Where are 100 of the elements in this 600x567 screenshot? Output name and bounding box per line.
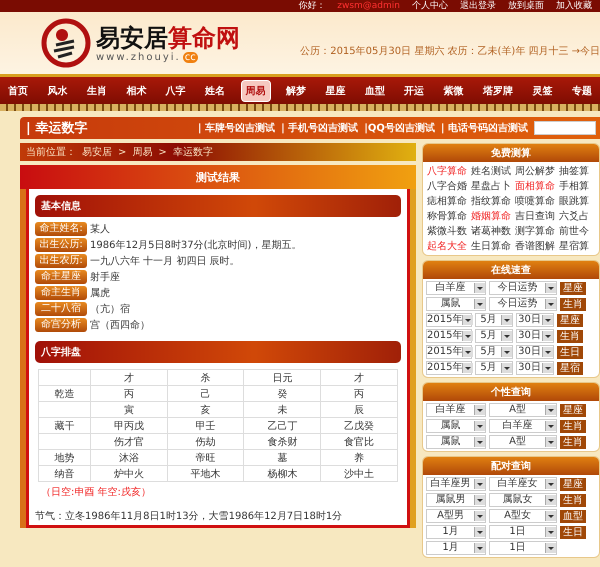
dropdown[interactable]: 属鼠 [426, 419, 486, 433]
fortune-link[interactable]: 眼跳算 [559, 194, 590, 208]
dropdown[interactable]: 白羊座 [489, 419, 557, 433]
fortune-link[interactable]: 姓名测试 [471, 164, 512, 178]
top-link[interactable]: 个人中心 [412, 0, 448, 12]
table-cell: 藏干 [38, 418, 90, 434]
nav-tab[interactable]: 八字 [162, 80, 190, 100]
dropdown[interactable]: A型 [489, 435, 557, 449]
nav-tab[interactable]: 紫微 [440, 80, 468, 100]
test-link[interactable]: | 电话号码凶吉测试 [440, 121, 528, 135]
fortune-link[interactable]: 指纹算命 [471, 194, 512, 208]
nav-tab[interactable]: 解梦 [282, 80, 310, 100]
breadcrumb-link[interactable]: 周易 [132, 145, 152, 159]
fortune-link[interactable]: 八字合婚 [427, 179, 468, 193]
query-button[interactable]: 血型 [560, 510, 586, 522]
fortune-link[interactable]: 起名大全 [427, 239, 468, 253]
nav-tab[interactable]: 星座 [321, 80, 350, 100]
section-title: 八字排盘 [41, 345, 81, 359]
fortune-link[interactable]: 手相算 [559, 179, 590, 193]
fortune-link[interactable]: 星盘占卜 [471, 179, 512, 193]
fortune-link[interactable]: 八字算命 [427, 164, 468, 178]
test-link[interactable]: | 手机号凶吉测试 [281, 121, 358, 135]
nav-tab[interactable]: 风水 [43, 80, 72, 100]
fortune-link[interactable]: 诸葛神数 [471, 224, 512, 238]
test-link[interactable]: | 车牌号凶吉测试 [198, 121, 276, 135]
fortune-link[interactable]: 六爻占 [559, 209, 590, 223]
dropdown[interactable]: 属鼠 [426, 435, 486, 449]
query-button[interactable]: 生肖 [560, 420, 586, 432]
fortune-link[interactable]: 生日算命 [471, 239, 512, 253]
dropdown[interactable]: A型 [489, 403, 557, 417]
nav-tab[interactable]: 开运 [400, 80, 428, 100]
fortune-link[interactable]: 痣相算命 [427, 194, 468, 208]
dropdown[interactable]: 2015年 [426, 361, 472, 375]
fortune-link[interactable]: 周公解梦 [515, 164, 556, 178]
nav-tab[interactable]: 周易 [240, 80, 271, 102]
dropdown[interactable]: 2015年 [426, 313, 472, 327]
dropdown[interactable]: 属鼠女 [489, 493, 557, 507]
dropdown[interactable]: 白羊座女 [489, 477, 557, 491]
query-button[interactable]: 生日 [560, 526, 586, 538]
nav-tab[interactable]: 相术 [122, 80, 150, 100]
query-button[interactable]: 生日 [557, 346, 583, 358]
fortune-link[interactable]: 吉日查询 [515, 209, 556, 223]
dropdown[interactable]: 1日 [489, 541, 557, 555]
dropdown[interactable]: 今日运势 [489, 297, 557, 311]
nav-tab[interactable]: 血型 [360, 80, 389, 100]
dropdown[interactable]: 1日 [489, 525, 557, 539]
fortune-link[interactable]: 测字算命 [515, 224, 556, 238]
dropdown[interactable]: A型男 [426, 509, 486, 523]
top-link[interactable]: 退出登录 [460, 0, 496, 12]
dropdown[interactable]: 1月 [426, 525, 486, 539]
fortune-link[interactable]: 喷嚏算命 [515, 194, 556, 208]
dropdown[interactable]: 今日运势 [489, 281, 557, 295]
dropdown[interactable]: 30日 [516, 313, 554, 327]
query-button[interactable]: 生肖 [560, 298, 586, 310]
fortune-link[interactable]: 香谱图解 [515, 239, 556, 253]
fortune-link[interactable]: 紫微斗数 [427, 224, 468, 238]
dropdown[interactable]: 5月 [475, 313, 513, 327]
query-button[interactable]: 星座 [560, 282, 586, 294]
dropdown[interactable]: 5月 [475, 345, 513, 359]
info-label: 命主姓名: [35, 222, 87, 236]
nav-tab[interactable]: 灵签 [528, 80, 556, 100]
dropdown[interactable]: 30日 [516, 345, 554, 359]
fortune-link[interactable]: 星宿算 [559, 239, 590, 253]
breadcrumb-link[interactable]: 幸运数字 [172, 145, 213, 159]
table-cell [38, 434, 90, 450]
query-button[interactable]: 星座 [560, 478, 586, 490]
query-button[interactable]: 生肖 [560, 494, 586, 506]
top-link[interactable]: 放到桌面 [508, 0, 544, 12]
dropdown[interactable]: 2015年 [426, 345, 472, 359]
query-button[interactable]: 生肖 [557, 330, 583, 342]
query-button[interactable]: 星宿 [557, 362, 583, 374]
dropdown[interactable]: 2015年 [426, 329, 472, 343]
query-button[interactable]: 星座 [560, 404, 586, 416]
fortune-link[interactable]: 面相算命 [515, 179, 556, 193]
dropdown[interactable]: 30日 [516, 329, 554, 343]
nav-tab[interactable]: 姓名 [201, 80, 230, 100]
dropdown[interactable]: 5月 [475, 329, 513, 343]
dropdown[interactable]: A型女 [489, 509, 557, 523]
top-link[interactable]: 加入收藏 [556, 0, 592, 12]
test-link[interactable]: |QQ号凶吉测试 [364, 121, 435, 135]
dropdown[interactable]: 白羊座 [426, 281, 486, 295]
dropdown[interactable]: 白羊座男 [426, 477, 486, 491]
fortune-link[interactable]: 婚姻算命 [471, 209, 512, 223]
dropdown[interactable]: 1月 [426, 541, 486, 555]
nav-tab[interactable]: 专题 [568, 80, 596, 100]
search-field[interactable] [534, 121, 596, 135]
fortune-link[interactable]: 抽签算 [559, 164, 590, 178]
dropdown[interactable]: 属鼠 [426, 297, 486, 311]
nav-tab[interactable]: 塔罗牌 [479, 80, 518, 100]
fortune-link[interactable]: 前世今 [559, 224, 590, 238]
query-button[interactable]: 星座 [557, 314, 583, 326]
fortune-link[interactable]: 称骨算命 [427, 209, 468, 223]
dropdown[interactable]: 30日 [516, 361, 554, 375]
query-button[interactable]: 生肖 [560, 436, 586, 448]
dropdown[interactable]: 5月 [475, 361, 513, 375]
dropdown[interactable]: 属鼠男 [426, 493, 486, 507]
breadcrumb-link[interactable]: 易安居 [82, 145, 112, 159]
dropdown[interactable]: 白羊座 [426, 403, 486, 417]
nav-tab[interactable]: 首页 [4, 80, 32, 100]
nav-tab[interactable]: 生肖 [82, 80, 111, 100]
